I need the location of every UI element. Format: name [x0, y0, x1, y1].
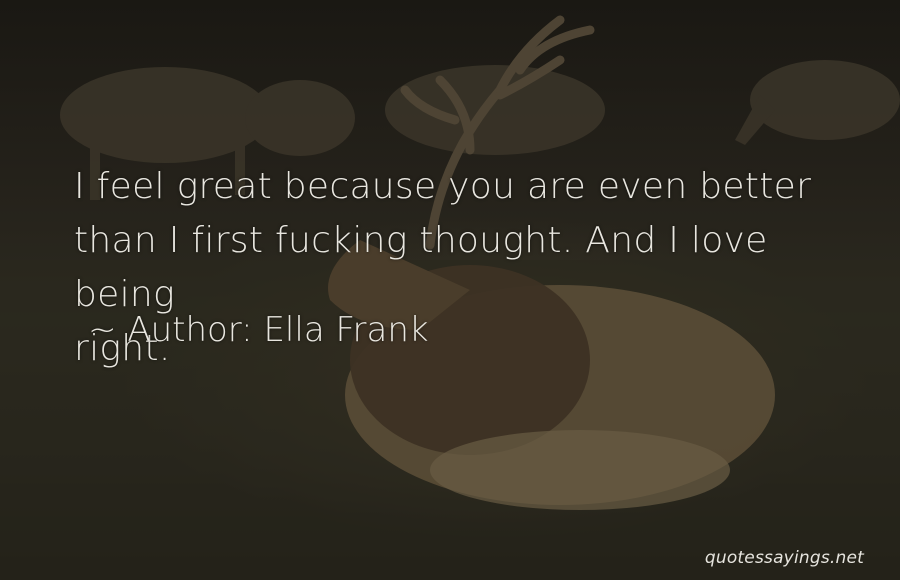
- author-label: Author:: [127, 310, 253, 350]
- tilde-mark: ~: [88, 310, 117, 350]
- site-watermark: quotessayings.net: [704, 548, 864, 568]
- quote-image: I feel great because you are even better…: [0, 0, 900, 580]
- quote-line: than I first fucking thought. And I love…: [74, 220, 768, 315]
- author-name: Ella Frank: [263, 310, 429, 350]
- author-attribution: ~ Author: Ella Frank: [88, 306, 429, 354]
- quote-line: I feel great because you are even better: [74, 166, 812, 207]
